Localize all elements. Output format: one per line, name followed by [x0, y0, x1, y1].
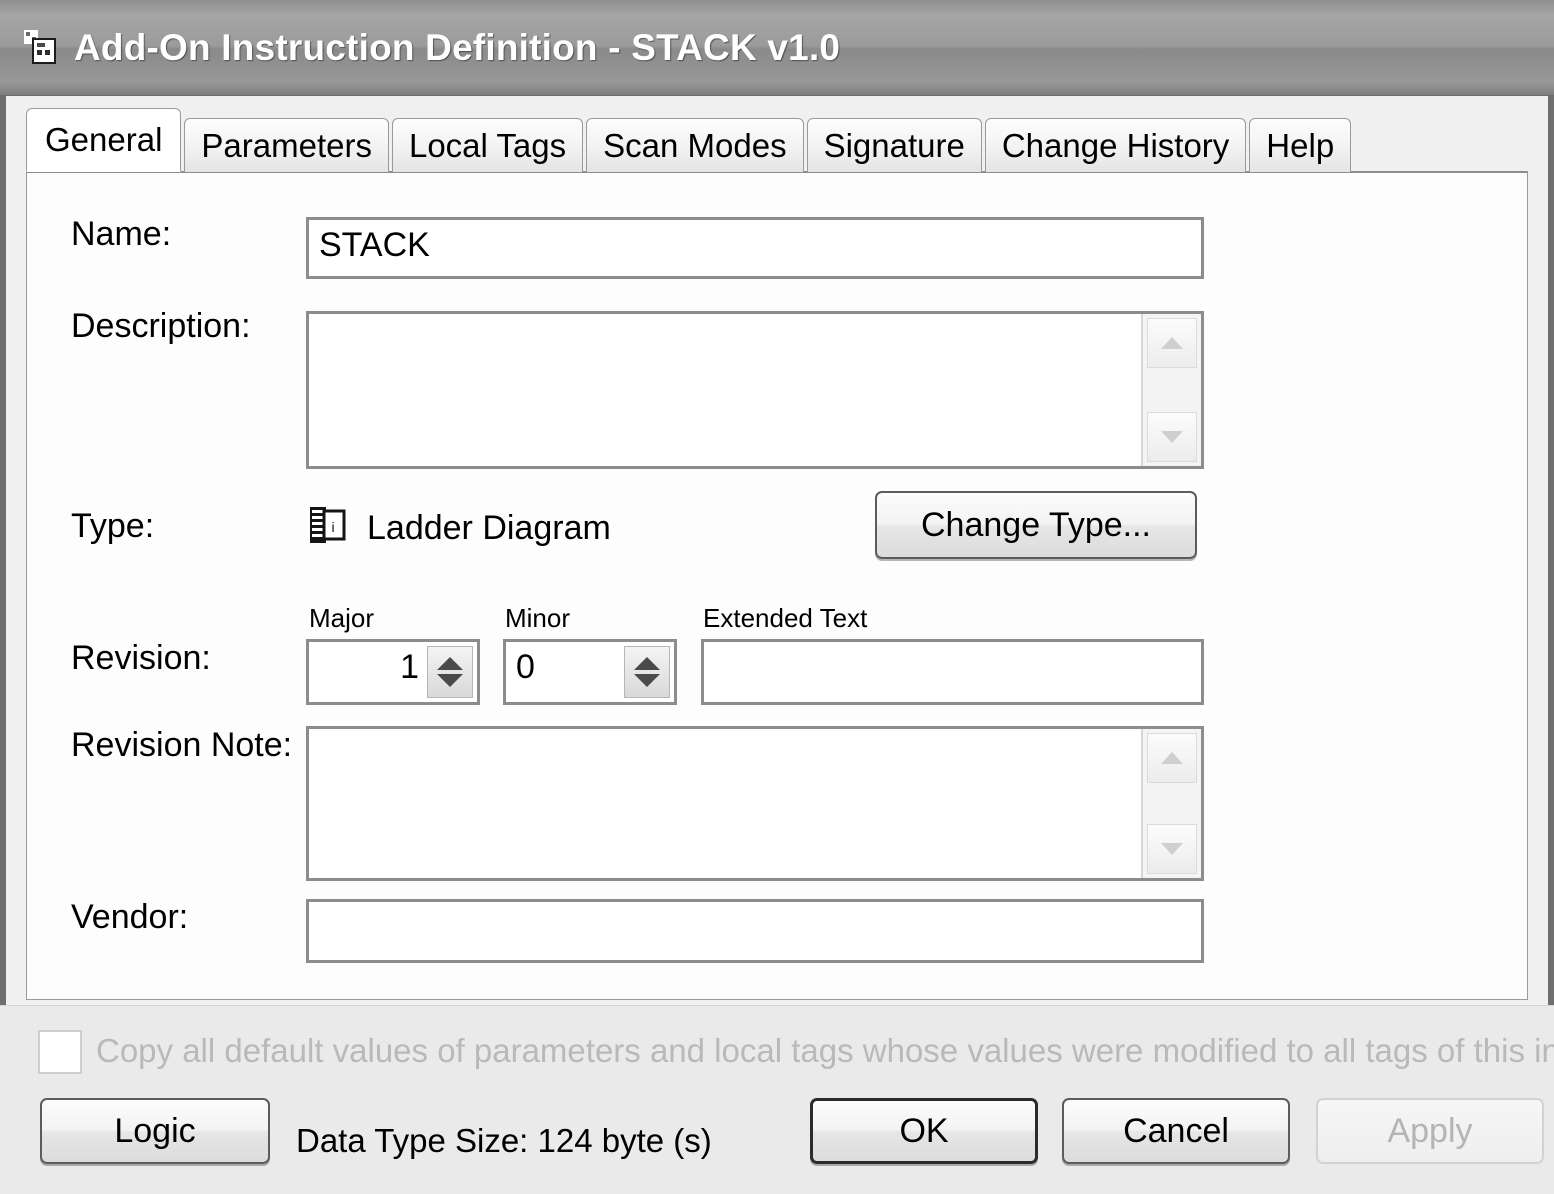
type-value: Ladder Diagram — [367, 509, 611, 547]
apply-button: Apply — [1316, 1098, 1544, 1164]
description-value — [309, 314, 1201, 326]
extended-text-input[interactable] — [701, 639, 1204, 705]
copy-defaults-checkbox[interactable] — [38, 1030, 82, 1074]
general-tab-panel: Name: STACK Description: Type: i Ladder … — [26, 171, 1528, 1000]
name-label: Name: — [71, 215, 172, 253]
apply-label: Apply — [1387, 1111, 1473, 1150]
add-on-instruction-definition-dialog: Add-On Instruction Definition - STACK v1… — [0, 0, 1554, 1194]
revision-label: Revision: — [71, 639, 211, 677]
logic-label: Logic — [114, 1111, 196, 1150]
ladder-diagram-icon: i — [308, 505, 348, 547]
title-bar: Add-On Instruction Definition - STACK v1… — [0, 0, 1554, 96]
change-type-button[interactable]: Change Type... — [875, 491, 1197, 559]
vendor-label: Vendor: — [71, 898, 189, 936]
spinner-up-icon — [634, 657, 660, 670]
logic-button[interactable]: Logic — [40, 1098, 270, 1164]
scroll-up-icon[interactable] — [1147, 318, 1197, 368]
type-label: Type: — [71, 507, 155, 545]
revision-note-label: Revision Note: — [71, 726, 293, 764]
description-input[interactable] — [306, 311, 1204, 469]
minor-spinner[interactable] — [624, 646, 670, 698]
spinner-down-icon — [437, 674, 463, 687]
cancel-button[interactable]: Cancel — [1062, 1098, 1290, 1164]
tab-strip: General Parameters Local Tags Scan Modes… — [26, 108, 1528, 172]
tab-local-tags-label: Local Tags — [408, 127, 567, 164]
ok-label: OK — [899, 1111, 949, 1150]
description-label: Description: — [71, 307, 251, 345]
tab-signature[interactable]: Signature — [806, 118, 982, 172]
vendor-input[interactable] — [306, 899, 1204, 963]
major-revision-stepper[interactable]: 1 — [306, 639, 480, 705]
spinner-up-icon — [437, 657, 463, 670]
minor-label: Minor — [505, 603, 571, 633]
window-title: Add-On Instruction Definition - STACK v1… — [74, 26, 841, 68]
change-type-label: Change Type... — [921, 505, 1151, 544]
name-value: STACK — [319, 226, 430, 264]
tab-parameters-label: Parameters — [201, 127, 372, 164]
tab-local-tags[interactable]: Local Tags — [391, 118, 584, 172]
cancel-label: Cancel — [1123, 1111, 1229, 1150]
add-on-instruction-icon — [22, 28, 60, 68]
svg-text:i: i — [331, 519, 334, 535]
minor-revision-stepper[interactable]: 0 — [503, 639, 677, 705]
revision-note-scrollbar[interactable] — [1141, 729, 1201, 878]
tab-general-label: General — [45, 121, 163, 158]
extended-text-value — [704, 642, 1201, 654]
revision-note-input[interactable] — [306, 726, 1204, 881]
scroll-down-icon[interactable] — [1147, 412, 1197, 462]
tab-scan-modes[interactable]: Scan Modes — [586, 118, 804, 172]
tab-parameters[interactable]: Parameters — [184, 118, 389, 172]
data-type-size-text: Data Type Size: 124 byte (s) — [296, 1122, 712, 1159]
scroll-up-icon[interactable] — [1147, 733, 1197, 783]
description-scrollbar[interactable] — [1141, 314, 1201, 466]
tab-help-label: Help — [1266, 127, 1335, 164]
tab-help[interactable]: Help — [1249, 118, 1352, 172]
major-spinner[interactable] — [427, 646, 473, 698]
major-label: Major — [309, 603, 375, 633]
tab-signature-label: Signature — [823, 127, 965, 164]
spinner-down-icon — [634, 674, 660, 687]
tab-change-history[interactable]: Change History — [984, 118, 1247, 172]
copy-defaults-label: Copy all default values of parameters an… — [96, 1032, 1554, 1069]
vendor-value — [309, 902, 1201, 914]
revision-note-value — [309, 729, 1201, 741]
scroll-down-icon[interactable] — [1147, 824, 1197, 874]
tab-change-history-label: Change History — [1001, 127, 1230, 164]
ok-button[interactable]: OK — [810, 1098, 1038, 1164]
tab-general[interactable]: General — [26, 108, 182, 172]
name-input[interactable]: STACK — [306, 217, 1204, 279]
extended-text-label: Extended Text — [703, 603, 868, 633]
tab-scan-modes-label: Scan Modes — [603, 127, 787, 164]
